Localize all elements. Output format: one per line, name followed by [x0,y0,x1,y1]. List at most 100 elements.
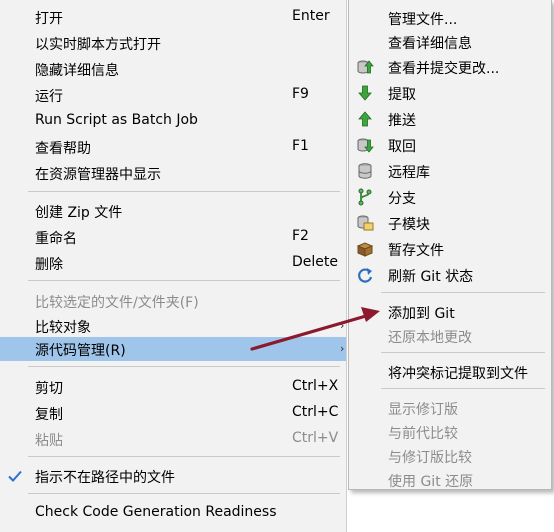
menu-item-cut[interactable]: 剪切 Ctrl+X [0,375,346,399]
menu-item-label: 隐藏详细信息 [35,63,119,79]
chevron-right-icon: › [340,342,345,355]
shortcut-label: F2 [292,228,309,244]
menu-item-label: Check Code Generation Readiness [35,504,277,520]
menu-item-label: 取回 [388,139,416,155]
separator [28,191,340,192]
separator [28,280,340,281]
submenu-item-add-to-git[interactable]: 添加到 Git [349,300,551,324]
shortcut-label: Enter [292,8,330,24]
menu-item-label: 以实时脚本方式打开 [35,37,161,53]
menu-item-hide-details[interactable]: 隐藏详细信息 [0,57,346,81]
shortcut-label: Ctrl+C [292,404,339,420]
separator [381,388,545,389]
menu-item-label: 还原本地更改 [388,330,472,346]
shortcut-label: F1 [292,138,309,154]
menu-item-label: 添加到 Git [388,306,455,322]
stash-box-icon [356,242,374,257]
menu-item-label: 重命名 [35,231,77,247]
submenu-item-git-restore: 使用 Git 还原 [349,468,551,492]
separator [28,493,340,494]
menu-item-label: 管理文件... [388,12,458,28]
menu-item-label: 源代码管理(R) [35,343,126,359]
menu-item-run-batch-job[interactable]: Run Script as Batch Job [0,109,346,133]
menu-item-label: 将冲突标记提取到文件 [388,366,528,382]
shortcut-label: Ctrl+X [292,378,339,394]
submenu-item-branch[interactable]: 分支 [349,185,551,209]
submenu-item-submodule[interactable]: 子模块 [349,211,551,235]
menu-item-label: 暂存文件 [388,243,444,259]
separator [381,292,545,293]
submenu-item-refresh-git-status[interactable]: 刷新 Git 状态 [349,263,551,287]
menu-item-label: 使用 Git 还原 [388,474,474,490]
menu-item-open[interactable]: 打开 Enter [0,5,346,29]
menu-item-label: 比较对象 [35,320,91,336]
pull-icon [357,138,374,153]
submenu-item-pull[interactable]: 取回 [349,133,551,157]
submenu-item-extract-conflict-markers[interactable]: 将冲突标记提取到文件 [349,360,551,384]
menu-item-label: 打开 [35,11,63,27]
shortcut-label: Delete [292,254,338,270]
menu-item-label: 比较选定的文件/文件夹(F) [35,295,199,311]
submodule-icon [357,215,374,231]
submenu-item-view-details[interactable]: 查看详细信息 [349,30,551,54]
submenu-item-stash[interactable]: 暂存文件 [349,237,551,261]
menu-item-label: 运行 [35,89,63,105]
menu-item-delete[interactable]: 删除 Delete [0,251,346,275]
menu-item-label: Run Script as Batch Job [35,112,198,128]
checkmark-icon [8,470,22,482]
menu-item-label: 提取 [388,87,416,103]
menu-item-label: 与修订版比较 [388,450,472,466]
menu-item-label: 刷新 Git 状态 [388,269,474,285]
menu-item-create-zip[interactable]: 创建 Zip 文件 [0,199,346,223]
menu-item-show-in-explorer[interactable]: 在资源管理器中显示 [0,161,346,185]
menu-item-label: 查看详细信息 [388,36,472,52]
submenu-item-manage-files[interactable]: 管理文件... [349,6,551,30]
menu-item-rename[interactable]: 重命名 F2 [0,225,346,249]
submenu-item-push[interactable]: 推送 [349,107,551,131]
submenu-item-remote[interactable]: 远程库 [349,159,551,183]
menu-item-label: 显示修订版 [388,402,458,418]
menu-item-label: 粘贴 [35,433,63,449]
menu-item-label: 指示不在路径中的文件 [35,470,175,486]
submenu-item-show-revisions: 显示修订版 [349,396,551,420]
menu-item-view-help[interactable]: 查看帮助 F1 [0,135,346,159]
menu-item-indicate-files-not-on-path[interactable]: 指示不在路径中的文件 [0,464,346,488]
menu-item-label: 剪切 [35,381,63,397]
menu-item-label: 复制 [35,407,63,423]
menu-item-run[interactable]: 运行 F9 [0,83,346,107]
fetch-arrow-icon [358,85,372,101]
menu-item-check-code-generation[interactable]: Check Code Generation Readiness [0,501,346,525]
menu-item-label: 删除 [35,257,63,273]
submenu-item-revert-local-changes: 还原本地更改 [349,324,551,348]
menu-item-label: 分支 [388,191,416,207]
menu-item-label: 远程库 [388,165,430,181]
menu-item-open-as-live-script[interactable]: 以实时脚本方式打开 [0,31,346,55]
menu-item-label: 推送 [388,113,416,129]
context-menu: 打开 Enter 以实时脚本方式打开 隐藏详细信息 运行 F9 Run Scri… [0,0,347,532]
menu-item-label: 与前代比较 [388,426,458,442]
separator [381,352,545,353]
menu-item-label: 在资源管理器中显示 [35,167,161,183]
push-arrow-icon [358,111,372,127]
remote-database-icon [358,163,372,179]
shortcut-label: Ctrl+V [292,430,339,446]
submenu-item-compare-ancestor: 与前代比较 [349,420,551,444]
menu-item-compare-against[interactable]: 比较对象 › [0,314,346,338]
menu-item-source-control[interactable]: 源代码管理(R) › [0,337,346,361]
submenu-item-compare-revision: 与修订版比较 [349,444,551,468]
menu-item-compare-selected: 比较选定的文件/文件夹(F) [0,289,346,313]
shortcut-label: F9 [292,86,309,102]
menu-item-label: 创建 Zip 文件 [35,205,123,221]
menu-item-copy[interactable]: 复制 Ctrl+C [0,401,346,425]
menu-item-label: 子模块 [388,217,430,233]
separator [28,366,340,367]
separator [28,456,340,457]
refresh-icon [358,268,373,283]
menu-item-label: 查看并提交更改... [388,61,500,77]
branch-icon [358,188,372,206]
submenu-item-view-and-commit[interactable]: 查看并提交更改... [349,55,551,79]
source-control-submenu: 管理文件... 查看详细信息 查看并提交更改... 提取 推送 取回 远程库 分… [348,0,552,490]
commit-icon [357,60,374,74]
menu-item-paste: 粘贴 Ctrl+V [0,427,346,451]
submenu-item-fetch[interactable]: 提取 [349,81,551,105]
